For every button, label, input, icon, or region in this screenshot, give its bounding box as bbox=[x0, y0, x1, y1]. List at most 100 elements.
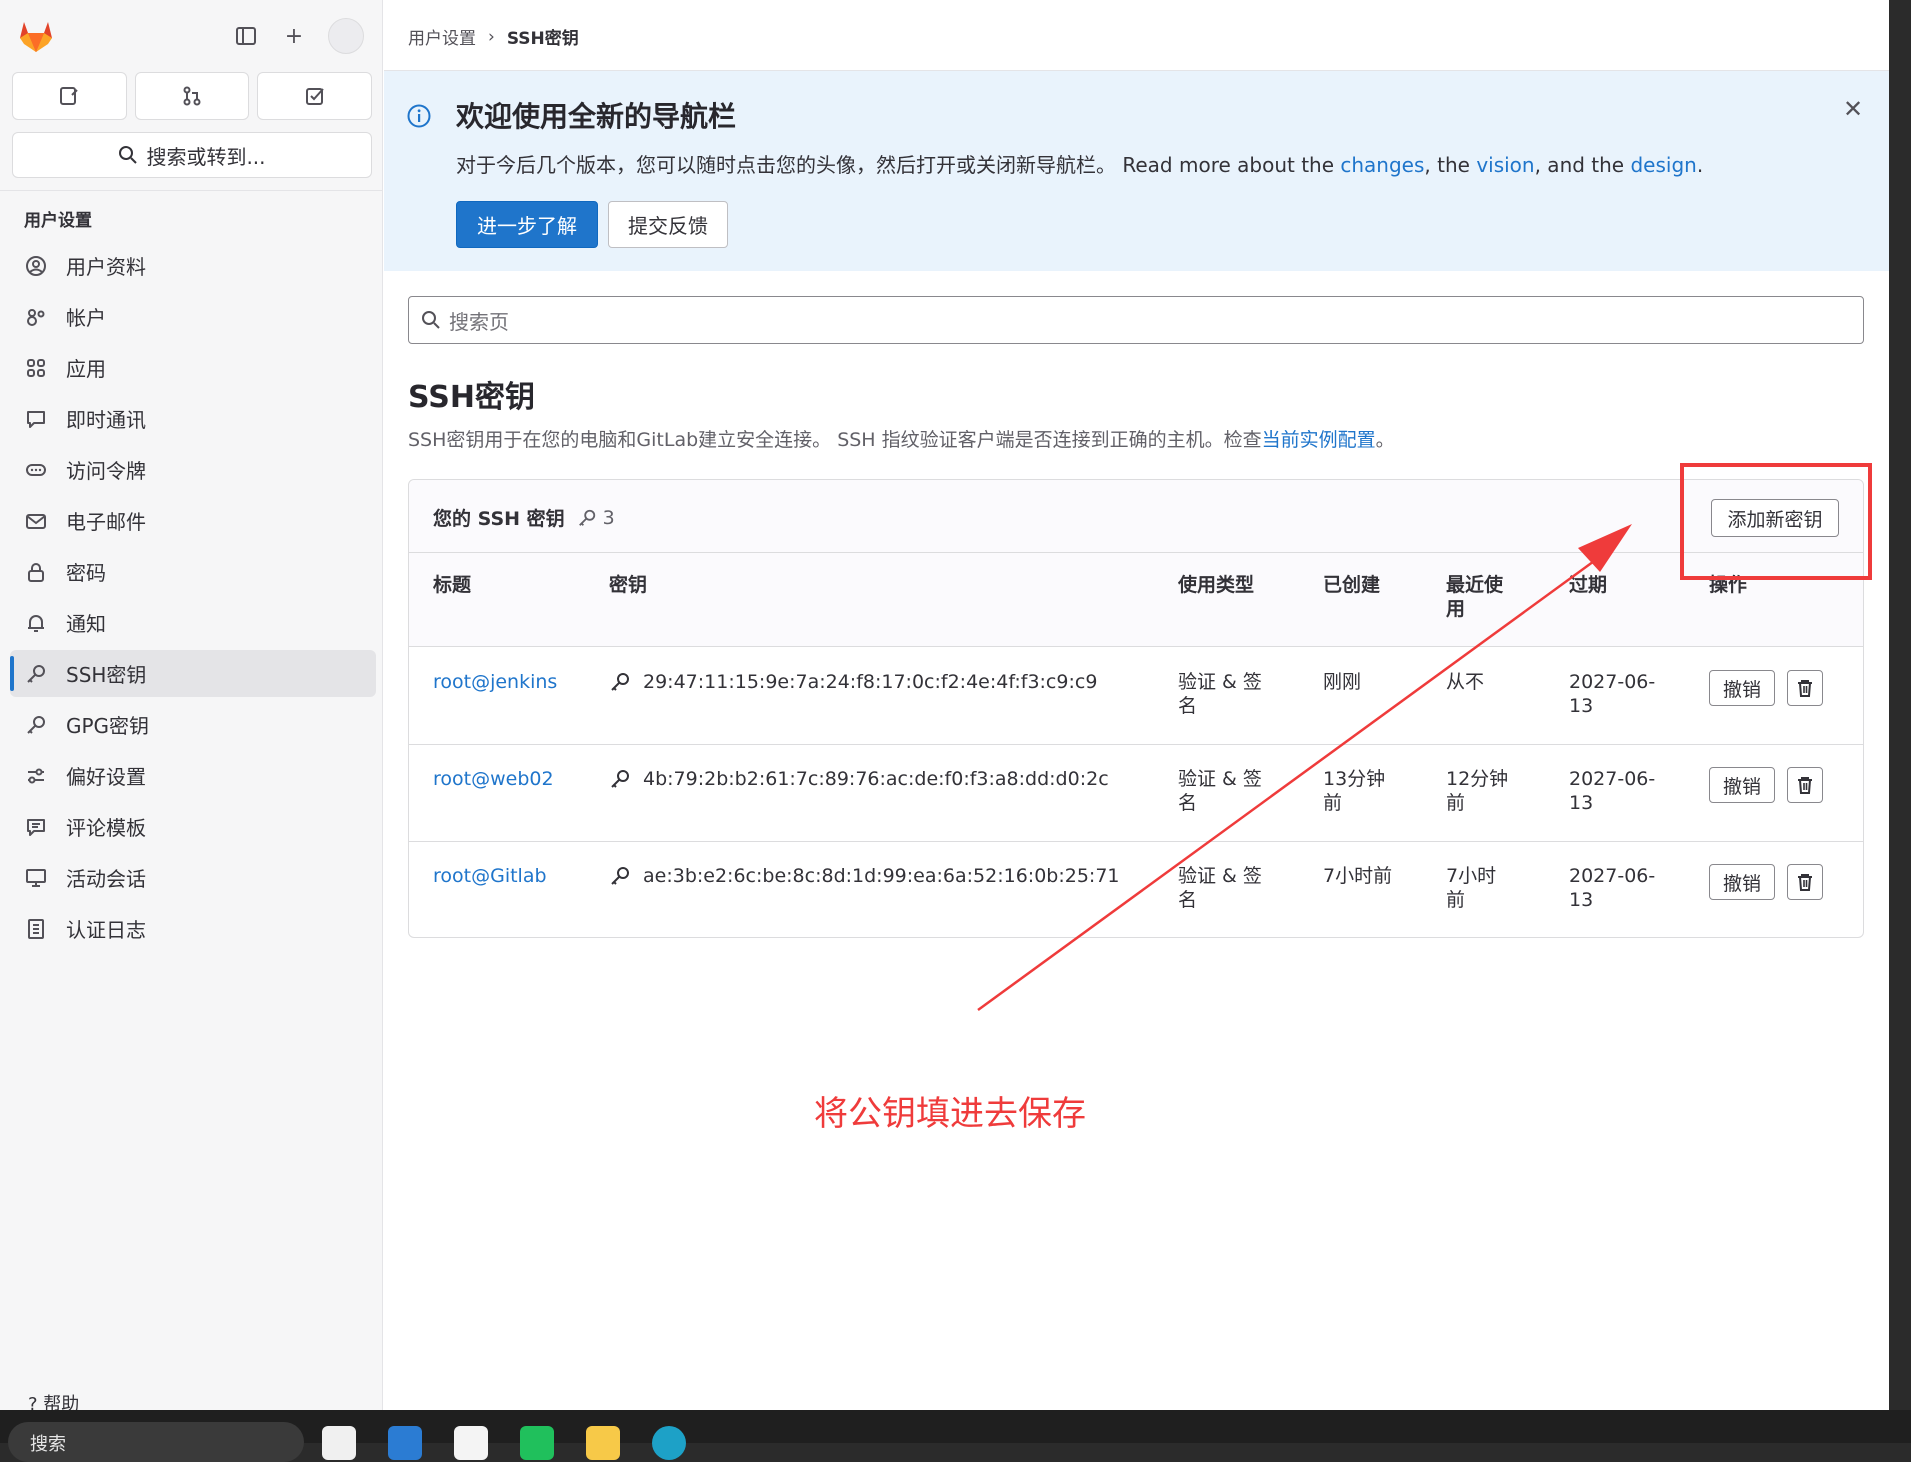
account-icon bbox=[24, 305, 48, 329]
sidebar-item-profile[interactable]: 用户资料 bbox=[10, 242, 376, 289]
trash-icon bbox=[1798, 874, 1812, 891]
breadcrumb-current[interactable]: SSH密钥 bbox=[507, 24, 579, 49]
sidebar-item-ssh-keys[interactable]: SSH密钥 bbox=[10, 650, 376, 697]
close-icon[interactable]: ✕ bbox=[1839, 95, 1867, 123]
page-description-text: SSH密钥用于在您的电脑和GitLab建立安全连接。 SSH 指纹验证客户端是否… bbox=[408, 429, 1262, 451]
sidebar-item-label: 通知 bbox=[66, 612, 106, 636]
sidebar-item-preferences[interactable]: 偏好设置 bbox=[10, 752, 376, 799]
page-description: SSH密钥用于在您的电脑和GitLab建立安全连接。 SSH 指纹验证客户端是否… bbox=[408, 425, 1395, 452]
banner-end: . bbox=[1696, 153, 1704, 177]
sidebar-top: + bbox=[14, 14, 374, 58]
wechat-app-icon[interactable] bbox=[520, 1426, 554, 1460]
fingerprint-value: ae:3b:e2:6c:be:8c:8d:1d:99:ea:6a:52:16:0… bbox=[643, 865, 1120, 887]
sidebar-item-label: 用户资料 bbox=[66, 255, 146, 279]
sidebar-item-label: 应用 bbox=[66, 357, 106, 381]
sidebar-item-password[interactable]: 密码 bbox=[10, 548, 376, 595]
ssh-keys-card-header: 您的 SSH 密钥 3 添加新密钥 bbox=[409, 480, 1863, 553]
delete-button[interactable] bbox=[1787, 864, 1823, 900]
key-fingerprint: ae:3b:e2:6c:be:8c:8d:1d:99:ea:6a:52:16:0… bbox=[609, 864, 1120, 888]
design-link[interactable]: design bbox=[1630, 153, 1696, 177]
sidebar-item-gpg-keys[interactable]: GPG密钥 bbox=[10, 701, 376, 748]
usage-type: 验证 & 签 名 bbox=[1178, 865, 1262, 911]
app-icon[interactable] bbox=[454, 1426, 488, 1460]
merge-request-icon bbox=[183, 86, 201, 106]
banner-sep: , and the bbox=[1534, 153, 1631, 177]
page-search-placeholder: 搜索页 bbox=[449, 309, 509, 334]
trash-icon bbox=[1798, 680, 1812, 697]
token-icon bbox=[24, 458, 48, 482]
sidebar-section-title: 用户设置 bbox=[24, 211, 92, 231]
app-icon[interactable] bbox=[388, 1426, 422, 1460]
todo-icon bbox=[305, 88, 324, 105]
sidebar-item-label: SSH密钥 bbox=[66, 663, 147, 687]
vision-link[interactable]: vision bbox=[1476, 153, 1534, 177]
last-used: 12分钟 前 bbox=[1446, 768, 1509, 814]
log-icon bbox=[24, 917, 48, 941]
page-search-input[interactable]: 搜索页 bbox=[408, 296, 1864, 344]
table-row: root@web02 4b:79:2b:b2:61:7c:89:76:ac:de… bbox=[409, 745, 1863, 842]
gitlab-logo-icon[interactable] bbox=[16, 16, 56, 56]
file-explorer-icon[interactable] bbox=[586, 1426, 620, 1460]
sidebar-item-emails[interactable]: 电子邮件 bbox=[10, 497, 376, 544]
ssh-keys-title: 您的 SSH 密钥 bbox=[433, 508, 565, 530]
breadcrumb-parent[interactable]: 用户设置 bbox=[408, 24, 476, 49]
table-row: root@Gitlab ae:3b:e2:6c:be:8c:8d:1d:99:e… bbox=[409, 842, 1863, 939]
sidebar-item-authentication-log[interactable]: 认证日志 bbox=[10, 905, 376, 952]
chat-icon bbox=[24, 407, 48, 431]
sidebar-item-applications[interactable]: 应用 bbox=[10, 344, 376, 391]
sidebar-item-account[interactable]: 帐户 bbox=[10, 293, 376, 340]
sidebar-item-comment-templates[interactable]: 评论模板 bbox=[10, 803, 376, 850]
profile-icon bbox=[24, 254, 48, 278]
todos-button[interactable] bbox=[257, 72, 373, 120]
issues-button[interactable] bbox=[12, 72, 127, 120]
expires-at: 2027-06- 13 bbox=[1569, 671, 1656, 717]
sidebar-item-label: 认证日志 bbox=[66, 918, 146, 942]
ssh-keys-card-title: 您的 SSH 密钥 3 bbox=[433, 504, 615, 531]
sidebar-item-active-sessions[interactable]: 活动会话 bbox=[10, 854, 376, 901]
sidebar: + 搜索或转到... 用户设置 用户资料 帐户 应用 即时通讯 访问令牌 电子邮… bbox=[0, 0, 383, 1410]
edge-browser-icon[interactable] bbox=[652, 1426, 686, 1460]
key-icon bbox=[578, 509, 595, 526]
changes-link[interactable]: changes bbox=[1340, 153, 1424, 177]
key-icon bbox=[611, 673, 629, 691]
feedback-button[interactable]: 提交反馈 bbox=[608, 201, 728, 248]
expires-at: 2027-06- 13 bbox=[1569, 865, 1656, 911]
learn-more-button[interactable]: 进一步了解 bbox=[456, 201, 598, 248]
search-or-go-to-button[interactable]: 搜索或转到... bbox=[12, 132, 372, 178]
avatar[interactable] bbox=[328, 18, 364, 54]
typora-app-icon[interactable] bbox=[322, 1426, 356, 1460]
expires-at: 2027-06- 13 bbox=[1569, 768, 1656, 814]
key-title-link[interactable]: root@jenkins bbox=[433, 670, 557, 694]
sidebar-item-label: GPG密钥 bbox=[66, 714, 150, 738]
instance-config-link[interactable]: 当前实例配置 bbox=[1262, 429, 1376, 451]
revoke-button[interactable]: 撤销 bbox=[1709, 767, 1775, 803]
revoke-button[interactable]: 撤销 bbox=[1709, 670, 1775, 706]
sidebar-divider bbox=[0, 190, 383, 191]
banner-title: 欢迎使用全新的导航栏 bbox=[456, 100, 737, 133]
collapse-sidebar-icon[interactable] bbox=[230, 20, 262, 52]
search-icon bbox=[422, 311, 440, 329]
revoke-button[interactable]: 撤销 bbox=[1709, 864, 1775, 900]
key-title-link[interactable]: root@Gitlab bbox=[433, 864, 547, 888]
last-used: 7小时 前 bbox=[1446, 865, 1497, 911]
column-title: 标题 bbox=[433, 574, 472, 596]
key-fingerprint: 4b:79:2b:b2:61:7c:89:76:ac:de:f0:f3:a8:d… bbox=[609, 767, 1109, 791]
key-title-link[interactable]: root@web02 bbox=[433, 767, 554, 791]
sidebar-item-access-tokens[interactable]: 访问令牌 bbox=[10, 446, 376, 493]
column-usage-type: 使用类型 bbox=[1178, 574, 1255, 596]
plus-icon[interactable]: + bbox=[278, 20, 310, 52]
sidebar-item-chat[interactable]: 即时通讯 bbox=[10, 395, 376, 442]
merge-requests-button[interactable] bbox=[134, 72, 250, 120]
delete-button[interactable] bbox=[1787, 670, 1823, 706]
fingerprint-value: 29:47:11:15:9e:7a:24:f8:17:0c:f2:4e:4f:f… bbox=[643, 671, 1098, 693]
last-used: 从不 bbox=[1446, 671, 1485, 693]
delete-button[interactable] bbox=[1787, 767, 1823, 803]
breadcrumb: 用户设置 › SSH密钥 bbox=[408, 24, 579, 50]
taskbar-search[interactable]: 搜索 bbox=[8, 1422, 304, 1462]
new-navigation-banner: 欢迎使用全新的导航栏 对于今后几个版本，您可以随时点击您的头像，然后打开或关闭新… bbox=[384, 71, 1889, 271]
banner-sep: , the bbox=[1424, 153, 1477, 177]
help-link[interactable]: ? 帮助 bbox=[28, 1390, 79, 1410]
created-at: 7小时前 bbox=[1323, 865, 1393, 887]
sidebar-item-notifications[interactable]: 通知 bbox=[10, 599, 376, 646]
banner-text-en: Read more about the bbox=[1116, 153, 1341, 177]
